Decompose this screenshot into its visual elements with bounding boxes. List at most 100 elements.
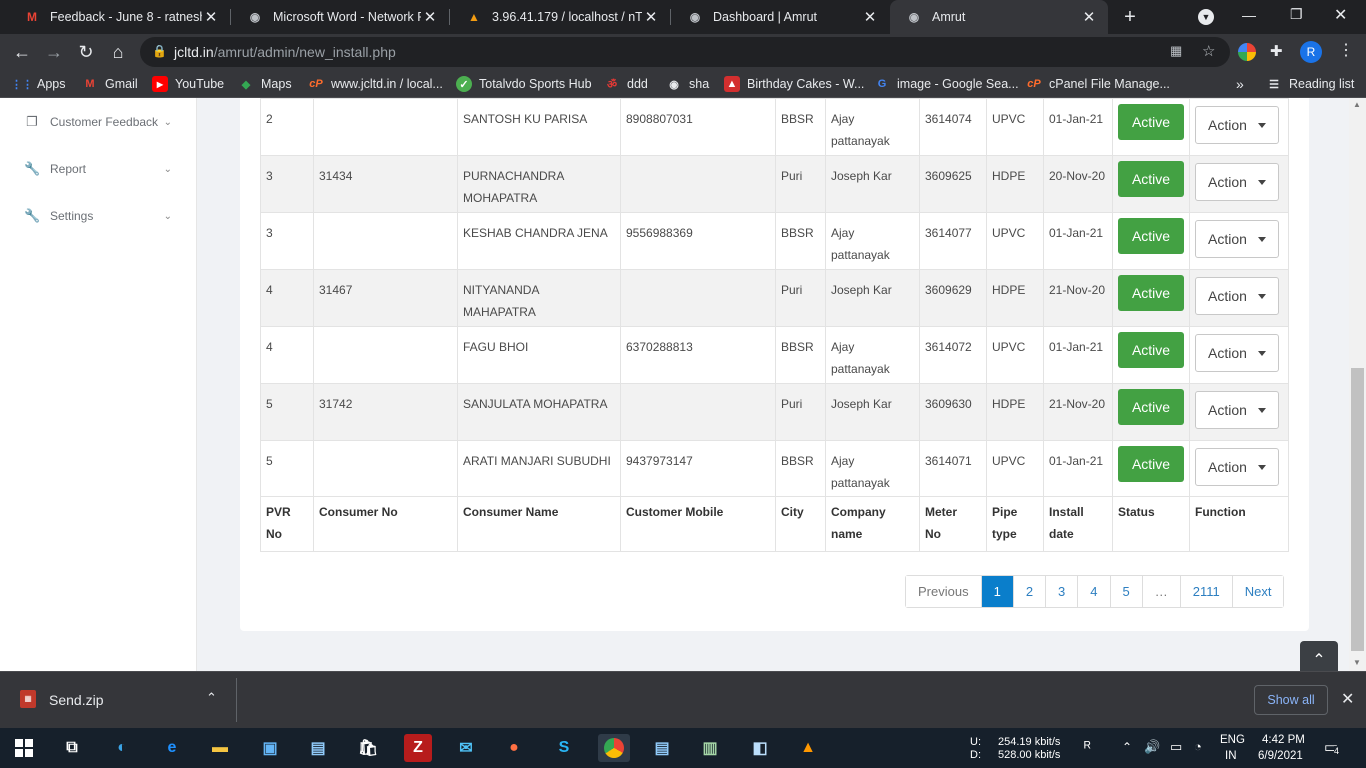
pagination-page-last[interactable]: 2111 xyxy=(1180,576,1233,607)
chrome-icon[interactable] xyxy=(598,734,630,762)
clock-time[interactable]: 4:42 PM xyxy=(1262,734,1305,746)
tab-word[interactable]: ◉ Microsoft Word - Network Ph ✕ xyxy=(231,0,449,34)
pagination-next[interactable]: Next xyxy=(1232,576,1284,607)
file-explorer-icon[interactable]: ▬ xyxy=(206,734,234,762)
action-dropdown-button[interactable]: Action xyxy=(1195,334,1279,372)
profile-avatar[interactable]: R xyxy=(1300,41,1322,63)
bookmark-jcltd[interactable]: cP www.jcltd.in / local... xyxy=(308,70,443,98)
tab-phpmyadmin[interactable]: ▲ 3.96.41.179 / localhost / nThe ✕ xyxy=(450,0,670,34)
clock-date[interactable]: 6/9/2021 xyxy=(1258,750,1303,762)
store-icon[interactable]: 🛍 xyxy=(354,734,382,762)
document-app-icon[interactable]: ▤ xyxy=(304,734,332,762)
restore-icon[interactable]: ❐ xyxy=(1290,6,1306,23)
scroll-up-arrow-icon[interactable]: ▲ xyxy=(1353,100,1361,109)
bookmark-cpanel[interactable]: cP cPanel File Manage... xyxy=(1026,70,1170,98)
qr-code-icon[interactable]: ▦ xyxy=(1170,43,1182,59)
pagination-page-2[interactable]: 2 xyxy=(1013,576,1047,607)
people-icon[interactable]: ᴿ xyxy=(1084,739,1091,756)
bookmark-ddd[interactable]: ॐ ddd xyxy=(604,70,648,98)
sidebar-item-customer-feedback[interactable]: ❐ Customer Feedback ⌄ xyxy=(24,110,174,134)
mail-icon[interactable]: ✉ xyxy=(452,734,480,762)
window-app-icon[interactable]: ▣ xyxy=(256,734,284,762)
pagination-page-1[interactable]: 1 xyxy=(981,576,1014,607)
language-label[interactable]: ENG xyxy=(1220,734,1245,746)
tab-search-icon[interactable]: ▼ xyxy=(1198,9,1214,25)
action-dropdown-button[interactable]: Action xyxy=(1195,391,1279,429)
scroll-down-arrow-icon[interactable]: ▼ xyxy=(1353,658,1361,667)
chevron-up-icon[interactable]: ⌃ xyxy=(1122,740,1132,754)
status-active-button[interactable]: Active xyxy=(1118,275,1184,311)
notepad-icon[interactable]: ▤ xyxy=(648,734,676,762)
action-dropdown-button[interactable]: Action xyxy=(1195,448,1279,486)
scroll-to-top-button[interactable]: ⌃ xyxy=(1300,641,1338,671)
bookmark-star-icon[interactable]: ☆ xyxy=(1202,42,1215,60)
notes-icon[interactable]: ◧ xyxy=(746,734,774,762)
task-view-icon[interactable]: ⧉ xyxy=(58,734,86,762)
minimize-icon[interactable]: — xyxy=(1242,7,1258,23)
column-header-line1: Company xyxy=(831,505,886,519)
region-label[interactable]: IN xyxy=(1225,750,1237,762)
bookmarks-overflow-chevron[interactable]: » xyxy=(1236,70,1244,98)
firefox-icon[interactable]: ● xyxy=(500,734,528,762)
battery-icon[interactable]: ▭ xyxy=(1170,739,1182,755)
close-icon[interactable]: ✕ xyxy=(421,8,439,26)
bookmark-totalvdo[interactable]: ✓ Totalvdo Sports Hub xyxy=(456,70,592,98)
bookmark-apps[interactable]: ⋮⋮ Apps xyxy=(11,70,66,98)
bookmark-gmail[interactable]: M Gmail xyxy=(82,70,137,98)
download-filename[interactable]: Send.zip xyxy=(49,692,103,708)
back-icon[interactable]: ← xyxy=(8,38,36,66)
home-icon[interactable]: ⌂ xyxy=(104,38,132,66)
edge-icon[interactable]: ◐ xyxy=(108,734,136,762)
status-active-button[interactable]: Active xyxy=(1118,332,1184,368)
tab-dashboard[interactable]: ◉ Dashboard | Amrut ✕ xyxy=(671,0,889,34)
status-active-button[interactable]: Active xyxy=(1118,161,1184,197)
internet-explorer-icon[interactable]: e xyxy=(158,734,186,762)
close-icon[interactable]: ✕ xyxy=(1341,689,1354,709)
menu-icon[interactable]: ⋮ xyxy=(1338,40,1354,60)
status-active-button[interactable]: Active xyxy=(1118,446,1184,482)
address-bar[interactable]: 🔒 jcltd.in/amrut/admin/new_install.php ▦… xyxy=(140,37,1230,67)
tab-feedback[interactable]: M Feedback - June 8 - ratneshk ✕ xyxy=(8,0,230,34)
wifi-icon[interactable]: ◔ xyxy=(1194,739,1202,754)
puzzle-icon[interactable]: ✚ xyxy=(1270,42,1283,60)
show-all-button[interactable]: Show all xyxy=(1254,685,1328,715)
close-icon[interactable]: ✕ xyxy=(642,8,660,26)
page-scrollbar[interactable]: ▲ ▼ xyxy=(1349,98,1366,671)
new-tab-button[interactable]: + xyxy=(1118,5,1142,29)
reload-icon[interactable]: ↻ xyxy=(72,38,100,66)
action-dropdown-button[interactable]: Action xyxy=(1195,106,1279,144)
close-icon[interactable]: ✕ xyxy=(861,8,879,26)
skype-icon[interactable]: S xyxy=(550,734,578,762)
spreadsheet-icon[interactable]: ▥ xyxy=(696,734,724,762)
reading-list[interactable]: ☰ Reading list xyxy=(1266,70,1354,98)
action-dropdown-button[interactable]: Action xyxy=(1195,163,1279,201)
bookmark-youtube[interactable]: ▶ YouTube xyxy=(152,70,224,98)
windows-start-icon[interactable] xyxy=(10,734,38,762)
action-dropdown-button[interactable]: Action xyxy=(1195,277,1279,315)
bookmark-maps[interactable]: ◆ Maps xyxy=(238,70,292,98)
close-window-icon[interactable]: ✕ xyxy=(1334,5,1350,25)
chevron-up-icon[interactable]: ⌃ xyxy=(206,690,217,706)
status-active-button[interactable]: Active xyxy=(1118,389,1184,425)
forward-icon[interactable]: → xyxy=(40,38,68,66)
pagination-page-4[interactable]: 4 xyxy=(1078,576,1111,607)
sidebar-item-settings[interactable]: 🔧 Settings ⌄ xyxy=(24,204,174,228)
pagination-page-3[interactable]: 3 xyxy=(1046,576,1079,607)
pagination-page-5[interactable]: 5 xyxy=(1110,576,1143,607)
vlc-icon[interactable]: ▲ xyxy=(794,734,822,762)
pagination-previous[interactable]: Previous xyxy=(906,576,982,607)
status-active-button[interactable]: Active xyxy=(1118,218,1184,254)
bookmark-birthday-cakes[interactable]: ▲ Birthday Cakes - W... xyxy=(724,70,864,98)
tab-amrut[interactable]: ◉ Amrut ✕ xyxy=(890,0,1108,34)
close-icon[interactable]: ✕ xyxy=(1080,8,1098,26)
action-dropdown-button[interactable]: Action xyxy=(1195,220,1279,258)
bookmark-google-search[interactable]: Gimage - Google Sea... xyxy=(874,70,1019,98)
filezilla-icon[interactable]: Z xyxy=(404,734,432,762)
close-icon[interactable]: ✕ xyxy=(202,8,220,26)
status-active-button[interactable]: Active xyxy=(1118,104,1184,140)
scrollbar-thumb[interactable] xyxy=(1351,368,1364,651)
volume-icon[interactable]: 🔊 xyxy=(1144,739,1160,755)
extension-icon[interactable] xyxy=(1238,43,1256,61)
bookmark-sha[interactable]: ◉ sha xyxy=(666,70,709,98)
sidebar-item-report[interactable]: 🔧 Report ⌄ xyxy=(24,157,174,181)
